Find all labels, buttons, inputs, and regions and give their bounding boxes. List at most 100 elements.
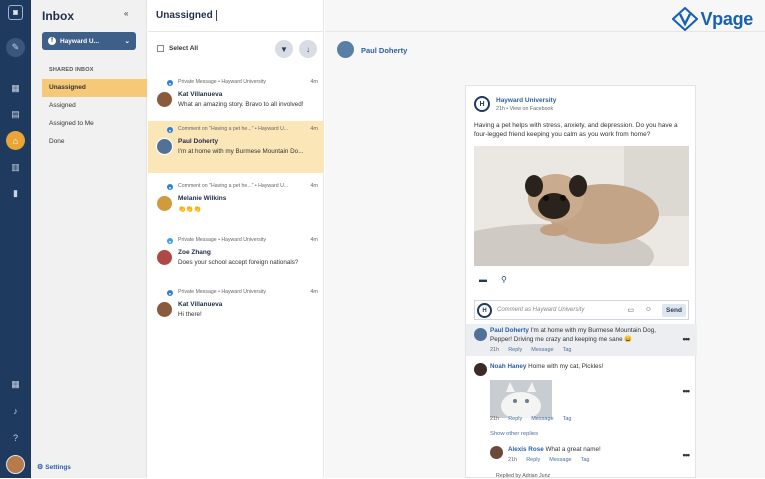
- conversation-list: Unassigned Select All ▼ ↓ ● Private Mess…: [148, 0, 324, 478]
- more-options-icon[interactable]: •••: [683, 386, 691, 396]
- sidebar-item-assigned[interactable]: Assigned: [42, 97, 147, 115]
- help-icon[interactable]: ?: [6, 428, 25, 447]
- logo-icon[interactable]: ▣: [8, 5, 23, 20]
- sidebar-item-assigned-to-me[interactable]: Assigned to Me: [42, 115, 147, 133]
- list-item-selected[interactable]: ● Comment on "Having a pet he..." • Hayw…: [148, 121, 324, 173]
- tag-link[interactable]: Tag: [563, 347, 572, 353]
- select-all-label: Select All: [169, 45, 199, 52]
- contact-avatar: [337, 41, 354, 58]
- comment: Paul Doherty I'm at home with my Burmese…: [466, 324, 697, 356]
- conversation-message: I'm at home with my Burmese Mountain Do.…: [178, 148, 304, 155]
- comment-actions: 21h Reply Message Tag: [490, 416, 572, 422]
- divider: [148, 31, 324, 32]
- message-link[interactable]: Message: [549, 457, 571, 463]
- page-name[interactable]: Hayward University: [496, 97, 556, 104]
- sidebar-item-unassigned[interactable]: Unassigned: [42, 79, 147, 97]
- apps-icon[interactable]: ▦: [6, 375, 25, 394]
- notifications-icon[interactable]: ♪: [6, 401, 25, 420]
- conversation-source: Private Message • Hayward University: [178, 79, 267, 85]
- conversation-name: Melanie Wilkins: [178, 195, 227, 202]
- select-all-checkbox[interactable]: [157, 45, 164, 52]
- vpage-logo-icon: [672, 7, 699, 31]
- tag-link[interactable]: Tag: [563, 416, 572, 422]
- send-button[interactable]: Send: [662, 304, 686, 317]
- conversation-name: Kat Villanueva: [178, 91, 223, 98]
- list-title: Unassigned: [156, 10, 213, 21]
- conversation-time: 4m: [310, 289, 318, 295]
- message-link[interactable]: Message: [531, 347, 553, 353]
- avatar: [156, 138, 173, 155]
- facebook-comment-icon: ●: [167, 184, 173, 190]
- sidebar-item-done[interactable]: Done: [42, 133, 147, 151]
- conversation-message: Hi there!: [178, 311, 202, 318]
- list-item[interactable]: ● Private Message • Hayward University 4…: [148, 74, 324, 126]
- conversation-message: What an amazing story. Bravo to all invo…: [178, 101, 304, 108]
- comment: Noah Haney Home with my cat, Pickles! 21…: [466, 360, 697, 426]
- post-meta[interactable]: 21h • View on Facebook: [496, 106, 553, 112]
- more-options-icon[interactable]: •••: [683, 334, 691, 344]
- list-item[interactable]: ● Comment on "Having a pet he..." • Hayw…: [148, 178, 324, 230]
- filter-button[interactable]: ▼: [275, 40, 293, 58]
- pug-photo: [474, 146, 689, 266]
- message-icon[interactable]: ▭: [627, 306, 634, 314]
- compose-icon[interactable]: ✎: [6, 38, 25, 57]
- sidebar-title: Inbox: [42, 9, 74, 23]
- reply-link[interactable]: Reply: [508, 347, 522, 353]
- show-other-replies-link[interactable]: Show other replies: [490, 431, 538, 437]
- dashboard-icon[interactable]: ▦: [6, 79, 25, 98]
- comment-author[interactable]: Noah Haney: [490, 363, 526, 370]
- brand-name: Vpage: [700, 8, 753, 29]
- conversation-name: Zoe Zhang: [178, 249, 211, 256]
- page-logo: H: [474, 96, 490, 112]
- calendar-icon[interactable]: ▤: [6, 105, 25, 124]
- text-cursor: [216, 10, 217, 21]
- comment-author[interactable]: Paul Doherty: [490, 327, 529, 334]
- account-label: Hayward U...: [60, 37, 100, 45]
- divider: [325, 31, 765, 32]
- comment-author[interactable]: Alexis Rose: [508, 446, 544, 453]
- settings-link[interactable]: ⚙ Settings: [37, 463, 71, 471]
- comment-text: What a great name!: [545, 446, 601, 453]
- more-options-icon[interactable]: •••: [683, 450, 691, 460]
- post-body: Having a pet helps with stress, anxiety,…: [474, 122, 678, 138]
- conversation-source: Private Message • Hayward University: [178, 289, 267, 295]
- inbox-icon[interactable]: ⌂: [6, 131, 25, 150]
- conversation-message: Does your school accept foreign national…: [178, 259, 299, 266]
- conversation-time: 4m: [310, 183, 318, 189]
- comment-text: Home with my cat, Pickles!: [528, 363, 604, 370]
- section-heading: SHARED INBOX: [49, 67, 94, 73]
- conversation-time: 4m: [310, 79, 318, 85]
- reply-link[interactable]: Reply: [508, 416, 522, 422]
- comment-icon[interactable]: ▬: [479, 275, 487, 284]
- twitter-icon: ●: [167, 238, 173, 244]
- conversation-name: Paul Doherty: [178, 138, 219, 145]
- facebook-icon: f: [48, 37, 56, 45]
- replied-by-label: Replied by Adrian Junz: [496, 473, 551, 479]
- comment-input[interactable]: H Comment as Hayward University ▭ ☺ Send: [474, 300, 689, 320]
- collapse-icon[interactable]: «: [124, 9, 128, 18]
- emoji-icon[interactable]: ☺: [645, 306, 652, 313]
- avatar: [474, 328, 487, 341]
- conversation-source: Private Message • Hayward University: [178, 237, 267, 243]
- page-logo: H: [477, 303, 492, 318]
- conversation-source: Comment on "Having a pet he..." • Haywar…: [178, 126, 289, 132]
- tasks-icon[interactable]: ▥: [6, 158, 25, 177]
- cat-photo: [490, 380, 552, 418]
- contact-name[interactable]: Paul Doherty: [361, 46, 407, 55]
- list-item[interactable]: ● Private Message • Hayward University 4…: [148, 232, 324, 284]
- icon-rail: ▣ ✎ ▦ ▤ ⌂ ▥ ▮ ▦ ♪ ?: [0, 0, 31, 478]
- comment-placeholder: Comment as Hayward University: [497, 307, 585, 313]
- gear-icon: ⚙: [37, 464, 44, 471]
- account-selector[interactable]: f Hayward U... ⌄: [42, 32, 136, 50]
- tag-icon[interactable]: ⚲: [501, 275, 507, 284]
- user-avatar[interactable]: [6, 455, 25, 474]
- avatar: [156, 249, 173, 266]
- list-item[interactable]: ● Private Message • Hayward University 4…: [148, 284, 324, 336]
- reports-icon[interactable]: ▮: [6, 184, 25, 203]
- sort-button[interactable]: ↓: [299, 40, 317, 58]
- reply-link[interactable]: Reply: [526, 457, 540, 463]
- tag-link[interactable]: Tag: [581, 457, 590, 463]
- message-link[interactable]: Message: [531, 416, 553, 422]
- reply-comment: Alexis Rose What a great name! 21h Reply M…: [466, 444, 697, 470]
- conversation-time: 4m: [310, 237, 318, 243]
